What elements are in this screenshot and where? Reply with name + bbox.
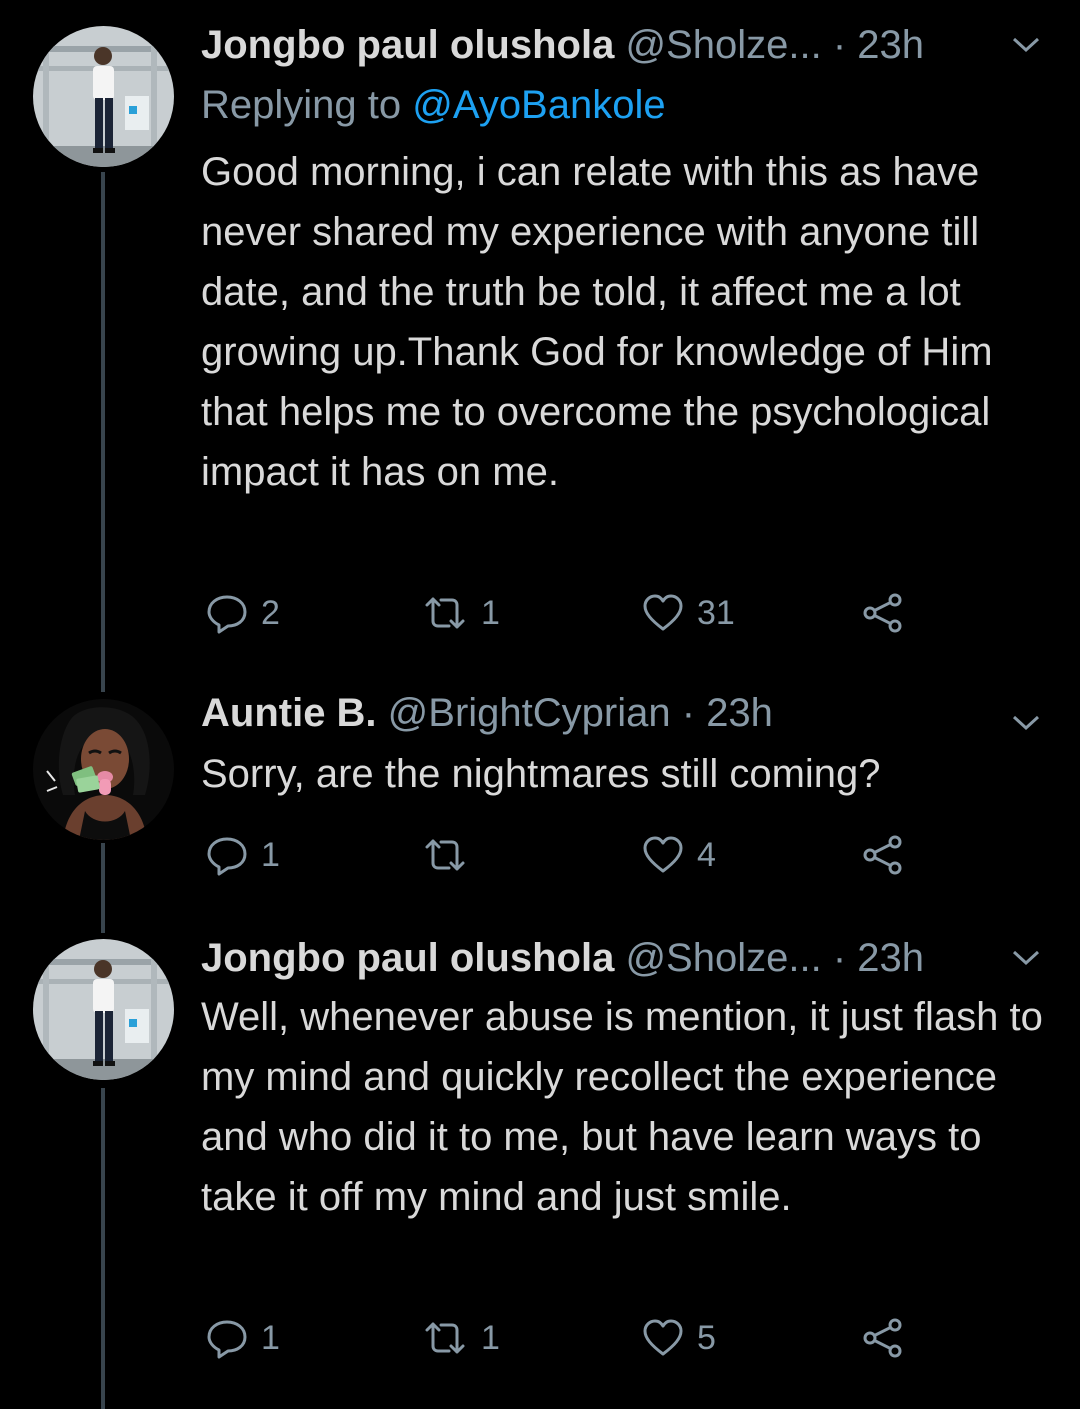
- tweet-text: Sorry, are the nightmares still coming?: [201, 752, 881, 796]
- tweet-actions: 1 1 5: [201, 1313, 1050, 1363]
- avatar[interactable]: [33, 699, 174, 840]
- retweet-button[interactable]: 1: [421, 1313, 500, 1363]
- reply-button[interactable]: 1: [205, 1313, 280, 1363]
- chevron-down-icon[interactable]: [1008, 945, 1044, 969]
- author-name[interactable]: Jongbo paul olushola: [201, 936, 614, 980]
- retweet-count: 1: [481, 1319, 500, 1357]
- heart-icon: [643, 1319, 683, 1356]
- reply-icon: [207, 837, 247, 876]
- separator-dot: ·: [832, 23, 847, 67]
- retweet-icon: [425, 839, 465, 871]
- tweet-text: Good morning, i can relate with this as …: [201, 150, 993, 494]
- like-button[interactable]: 5: [641, 1313, 716, 1363]
- heart-icon: [643, 594, 683, 631]
- tweet[interactable]: Jongbo paul olushola @Sholze... · 23h We…: [0, 935, 1080, 1409]
- share-button[interactable]: [861, 830, 905, 880]
- like-button[interactable]: 4: [641, 830, 716, 880]
- retweet-icon: [425, 597, 465, 629]
- author-handle[interactable]: @BrightCyprian: [388, 691, 671, 735]
- heart-icon: [643, 836, 683, 873]
- separator-dot: ·: [832, 936, 847, 980]
- share-icon: [863, 835, 902, 875]
- retweet-count: 1: [481, 594, 500, 632]
- share-icon: [863, 1318, 902, 1358]
- reply-count: 1: [261, 836, 280, 874]
- tweet-timestamp[interactable]: 23h: [857, 23, 924, 67]
- replying-to-label: Replying to: [201, 83, 402, 127]
- tweet-timestamp[interactable]: 23h: [706, 691, 773, 735]
- profile-photo-icon: [33, 939, 174, 1080]
- chevron-down-icon[interactable]: [1008, 710, 1044, 734]
- tweet-actions: 1 4: [201, 830, 1050, 880]
- tweet-actions: 2 1 31: [201, 588, 1050, 638]
- replying-to-mention[interactable]: @AyoBankole: [412, 83, 665, 127]
- profile-illustration-icon: [33, 699, 174, 840]
- tweet[interactable]: Auntie B. @BrightCyprian · 23h Sorry, ar…: [0, 690, 1080, 900]
- author-name[interactable]: Auntie B.: [201, 691, 377, 735]
- like-count: 5: [697, 1319, 716, 1357]
- share-button[interactable]: [861, 1313, 905, 1363]
- author-handle[interactable]: @Sholze...: [625, 23, 821, 67]
- share-icon: [863, 593, 902, 633]
- retweet-icon: [425, 1322, 465, 1354]
- author-handle[interactable]: @Sholze...: [625, 936, 821, 980]
- profile-photo-icon: [33, 26, 174, 167]
- chevron-down-icon[interactable]: [1008, 32, 1044, 56]
- retweet-button[interactable]: [421, 830, 481, 880]
- reply-count: 1: [261, 1319, 280, 1357]
- like-count: 31: [697, 594, 735, 632]
- share-button[interactable]: [861, 588, 905, 638]
- like-button[interactable]: 31: [641, 588, 735, 638]
- avatar[interactable]: [33, 26, 174, 167]
- avatar[interactable]: [33, 939, 174, 1080]
- reply-count: 2: [261, 594, 280, 632]
- reply-icon: [207, 1320, 247, 1359]
- separator-dot: ·: [681, 691, 696, 735]
- reply-button[interactable]: 2: [205, 588, 280, 638]
- reply-button[interactable]: 1: [205, 830, 280, 880]
- retweet-button[interactable]: 1: [421, 588, 500, 638]
- replying-to-line: Replying to @AyoBankole: [201, 82, 666, 128]
- tweet-text: Well, whenever abuse is mention, it just…: [201, 995, 1043, 1219]
- tweet[interactable]: Jongbo paul olushola @Sholze... · 23h Re…: [0, 0, 1080, 660]
- tweet-timestamp[interactable]: 23h: [857, 936, 924, 980]
- reply-icon: [207, 595, 247, 634]
- like-count: 4: [697, 836, 716, 874]
- author-name[interactable]: Jongbo paul olushola: [201, 23, 614, 67]
